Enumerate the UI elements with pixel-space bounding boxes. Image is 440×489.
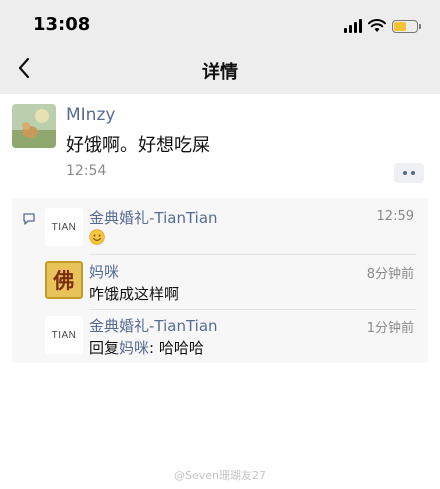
status-time: 13:08 <box>33 14 91 35</box>
watermark: @Seven珊瑚友27 <box>174 469 266 482</box>
divider <box>89 309 416 310</box>
commenter-avatar[interactable]: TIAN <box>45 316 83 354</box>
divider <box>89 254 416 255</box>
commenter-name[interactable]: 金典婚礼-TianTian <box>89 207 218 228</box>
commenter-name[interactable]: 妈咪 <box>89 261 119 282</box>
smile-emoji-icon <box>89 229 105 245</box>
battery-icon <box>392 19 421 33</box>
more-actions-button[interactable] <box>394 163 424 183</box>
comment-icon <box>23 213 35 225</box>
commenter-avatar[interactable]: 佛 <box>45 261 83 299</box>
post-text: 好饿啊。好想吃屎 <box>66 135 210 156</box>
comment-text: 回复妈咪: 哈哈哈 <box>89 339 204 357</box>
page-title: 详情 <box>202 62 238 83</box>
post-author[interactable]: MInzy <box>66 105 115 125</box>
status-icons <box>344 16 421 36</box>
commenter-avatar[interactable]: TIAN <box>45 208 83 246</box>
comment-time: 1分钟前 <box>366 321 414 336</box>
signal-icon <box>344 19 362 33</box>
post-time: 12:54 <box>66 163 107 179</box>
comment-time: 8分钟前 <box>366 267 414 282</box>
commenter-name[interactable]: 金典婚礼-TianTian <box>89 315 218 336</box>
comment-text: 咋饿成这样啊 <box>89 285 180 303</box>
author-avatar[interactable] <box>12 104 56 148</box>
comment-time: 12:59 <box>376 209 414 224</box>
reply-target-link[interactable]: 妈咪 <box>119 339 149 357</box>
wifi-icon <box>368 19 386 32</box>
